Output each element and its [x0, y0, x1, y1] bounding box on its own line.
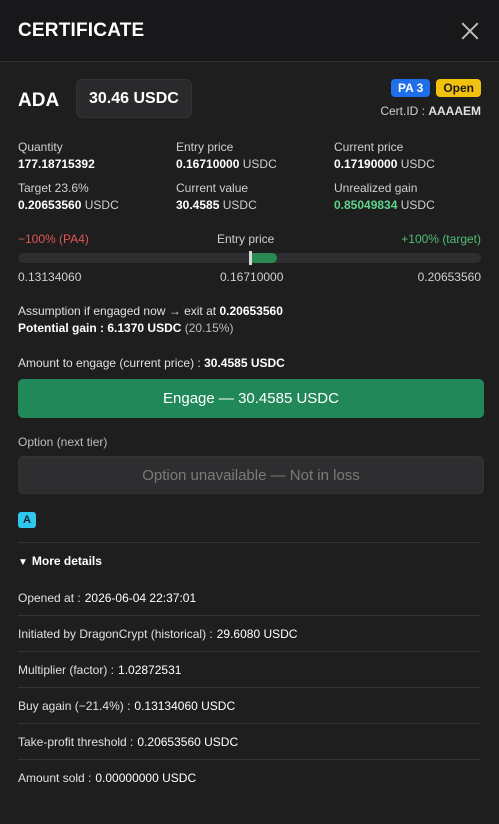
stat-label: Target 23.6%: [18, 181, 89, 195]
stat-value: 177.18715392: [18, 157, 95, 171]
stat-label: Quantity: [18, 140, 63, 154]
more-details-toggle[interactable]: ▼ More details: [18, 554, 481, 568]
detail-row: Initiated by DragonCrypt (historical) :2…: [18, 616, 481, 652]
detail-row: Amount sold :0.00000000 USDC: [18, 771, 197, 785]
assumption-line: Assumption if engaged now → exit at 0.20…: [18, 304, 283, 318]
cert-id: Cert.ID : AAAAEM: [380, 104, 481, 118]
stat-target: Target 23.6% 0.20653560 USDC: [18, 181, 176, 212]
details-list: Opened at :2026-06-04 22:37:01 Initiated…: [18, 580, 481, 796]
stat-unrealized-gain: Unrealized gain 0.85049834 USDC: [334, 181, 484, 212]
range-labels: −100% (PA4) Entry price +100% (target): [18, 232, 481, 248]
stat-value: 0.17190000 USDC: [334, 157, 435, 171]
stat-label: Current value: [176, 181, 249, 195]
status-badge: Open: [436, 79, 481, 97]
range-right-value: 0.20653560: [417, 270, 481, 284]
range-mid-value: 0.16710000: [220, 270, 284, 284]
stat-value: 0.16710000 USDC: [176, 157, 277, 171]
stat-current-price: Current price 0.17190000 USDC: [334, 140, 484, 171]
asset-name: ADA: [18, 90, 60, 111]
badges: PA 3 Open: [390, 79, 481, 97]
triangle-down-icon: ▼: [18, 557, 28, 568]
price-range-bar: [18, 251, 481, 265]
detail-row: Take-profit threshold :0.20653560 USDC: [18, 724, 481, 760]
pa-badge: PA 3: [390, 79, 431, 97]
cert-id-label: Cert.ID :: [380, 104, 425, 118]
potential-gain-line: Potential gain : 6.1370 USDC (20.15%): [18, 321, 234, 335]
range-values: 0.13134060 0.16710000 0.20653560: [18, 270, 481, 288]
stat-entry-price: Entry price 0.16710000 USDC: [176, 140, 334, 171]
entry-price-marker: [248, 251, 252, 265]
price-range-fill: [249, 253, 278, 263]
range-left-label: −100% (PA4): [18, 232, 89, 246]
stat-label: Unrealized gain: [334, 181, 418, 195]
stat-label: Current price: [334, 140, 404, 154]
range-right-label: +100% (target): [401, 232, 481, 246]
detail-row: Opened at :2026-06-04 22:37:01: [18, 580, 481, 616]
option-button[interactable]: Option unavailable — Not in loss: [18, 456, 484, 494]
range-left-value: 0.13134060: [18, 270, 82, 284]
asset-row: ADA 30.46 USDC PA 3 Open Cert.ID : AAAAE…: [18, 62, 481, 140]
stat-value: 0.20653560 USDC: [18, 198, 119, 212]
divider: [18, 542, 481, 543]
stat-quantity: Quantity 177.18715392: [18, 140, 176, 171]
stats-grid: Quantity 177.18715392 Entry price 0.1671…: [18, 140, 481, 212]
engage-button[interactable]: Engage — 30.4585 USDC: [18, 379, 484, 418]
detail-row: Buy again (−21.4%) :0.13134060 USDC: [18, 688, 481, 724]
tag-badge: A: [18, 512, 36, 528]
close-icon[interactable]: [459, 20, 481, 42]
modal-header: CERTIFICATE: [0, 0, 499, 62]
stat-label: Entry price: [176, 140, 234, 154]
asset-amount: 30.46 USDC: [76, 79, 192, 118]
stat-value: 0.85049834 USDC: [334, 198, 435, 212]
range-mid-label: Entry price: [217, 232, 275, 246]
stat-value: 30.4585 USDC: [176, 198, 257, 212]
detail-row: Multiplier (factor) :1.02872531: [18, 652, 481, 688]
modal-body: ADA 30.46 USDC PA 3 Open Cert.ID : AAAAE…: [0, 62, 499, 796]
certificate-modal: CERTIFICATE ADA 30.46 USDC PA 3 Open Cer…: [0, 0, 499, 824]
stat-current-value: Current value 30.4585 USDC: [176, 181, 334, 212]
cert-id-value: AAAAEM: [428, 104, 481, 118]
modal-title: CERTIFICATE: [18, 19, 145, 41]
option-label: Option (next tier): [18, 435, 108, 449]
engage-amount: Amount to engage (current price) : 30.45…: [18, 356, 285, 370]
assumption: Assumption if engaged now → exit at 0.20…: [18, 303, 481, 337]
